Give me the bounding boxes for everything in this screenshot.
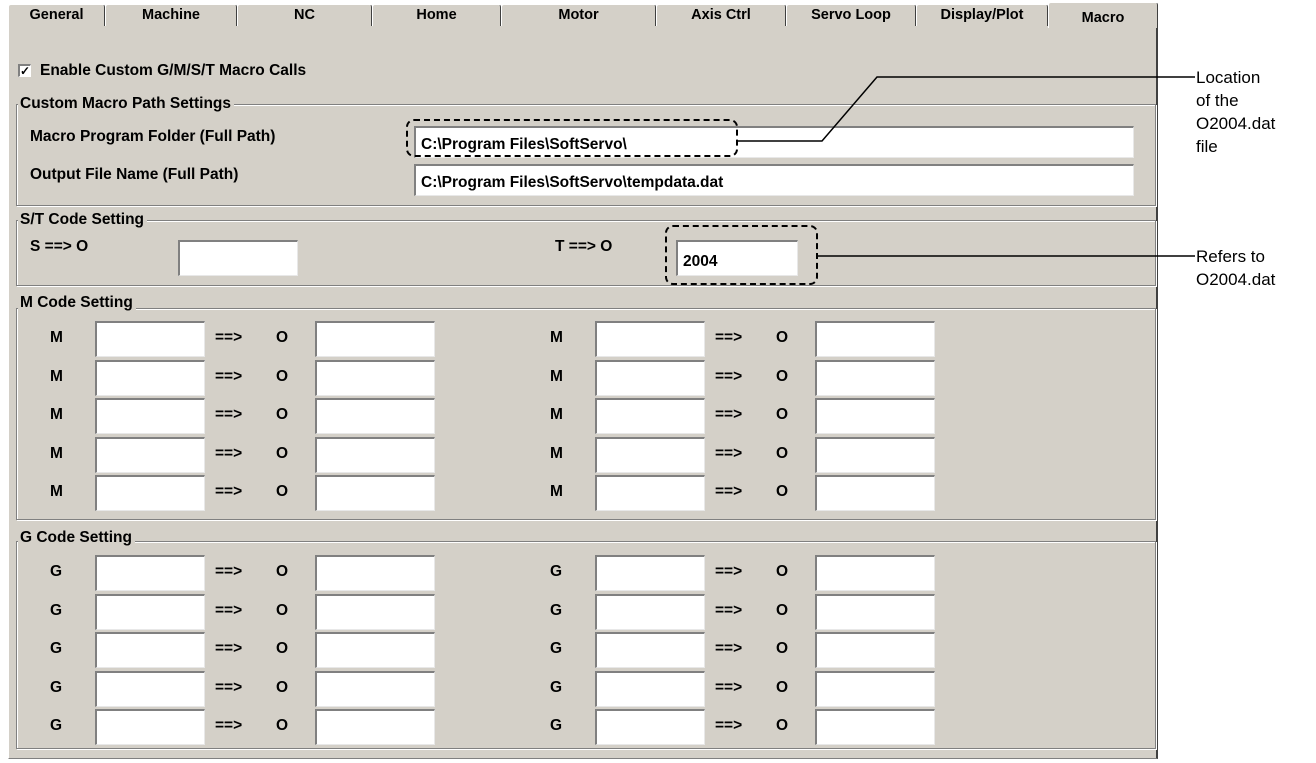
location-line-1: Location bbox=[1196, 68, 1261, 87]
location-line-2: of the bbox=[1196, 91, 1239, 110]
location-annotation: Location of the O2004.dat file bbox=[1196, 66, 1275, 158]
location-callout-line bbox=[738, 76, 1195, 142]
refers-annotation: Refers to O2004.dat bbox=[1196, 245, 1275, 291]
location-line-3: O2004.dat bbox=[1196, 114, 1276, 133]
refers-line-1: Refers to bbox=[1196, 247, 1265, 266]
annotation-callout-lines bbox=[738, 76, 1195, 257]
refers-line-2: O2004.dat bbox=[1196, 270, 1276, 289]
tab-macro[interactable]: Macro bbox=[1048, 2, 1158, 28]
location-line-4: file bbox=[1196, 137, 1218, 156]
